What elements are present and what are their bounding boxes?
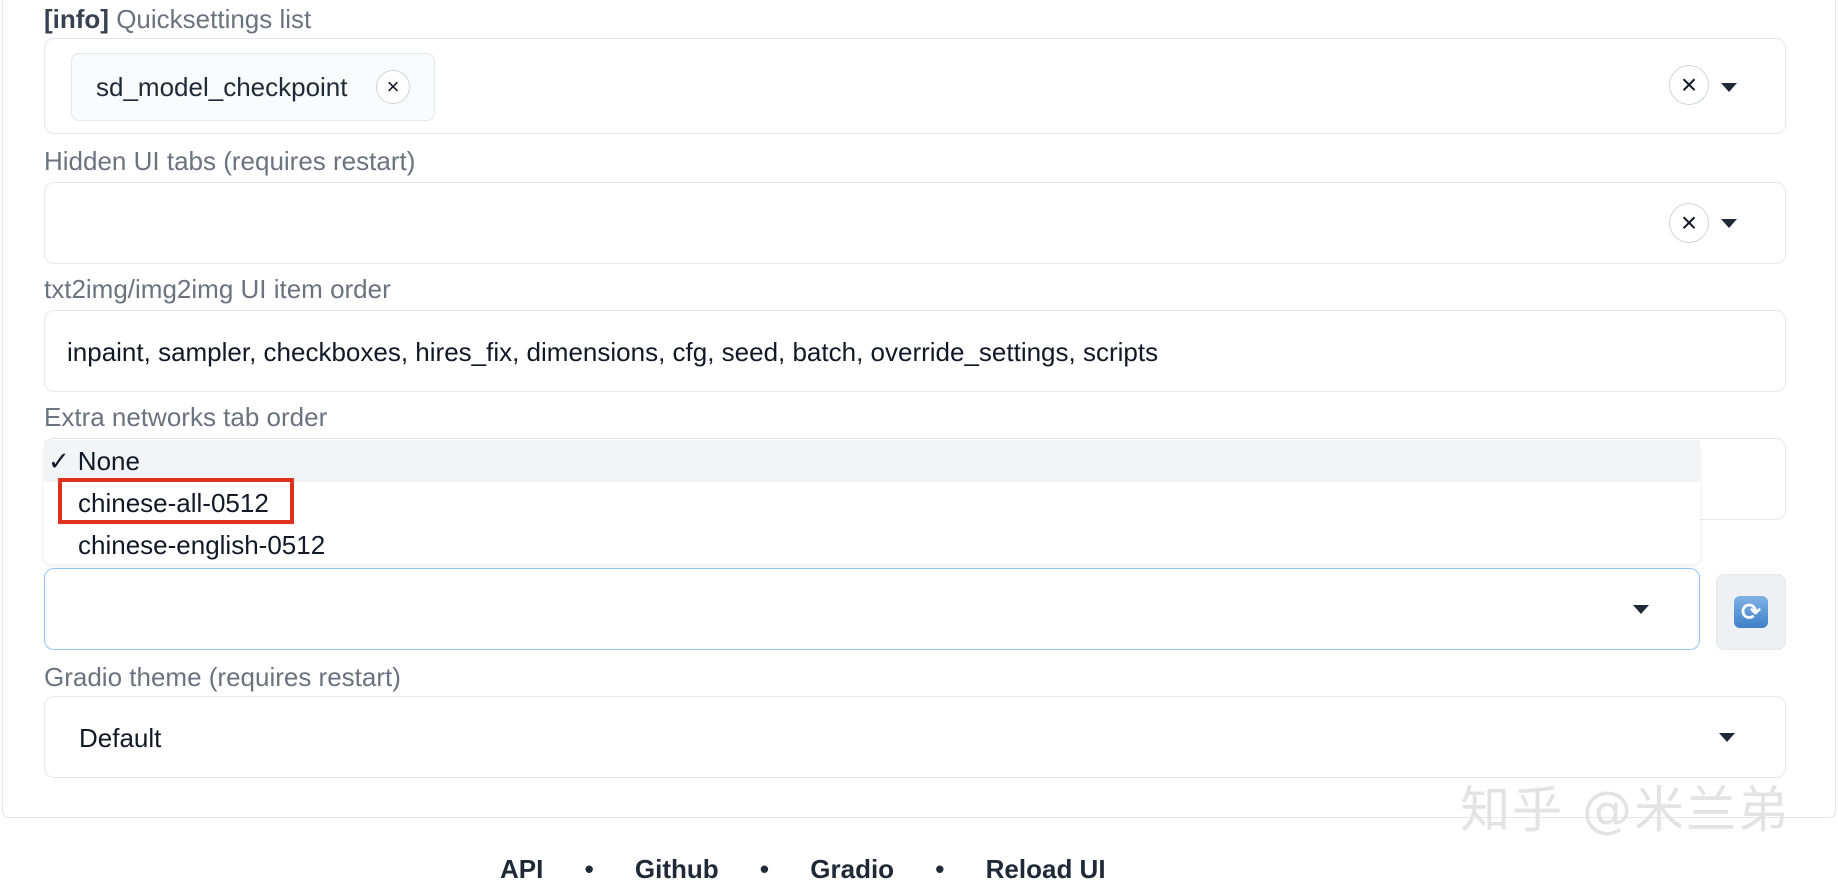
annotation-highlight-box [58, 478, 294, 524]
footer-links: API • Github • Gradio • Reload UI [500, 854, 1140, 885]
extra-networks-label: Extra networks tab order [44, 402, 328, 432]
refresh-button[interactable]: ⟳ [1716, 574, 1786, 650]
gradio-theme-label: Gradio theme (requires restart) [44, 662, 401, 692]
gradio-theme-dropdown[interactable]: Default [44, 696, 1786, 778]
chevron-down-icon[interactable] [1721, 219, 1737, 228]
chip-label: sd_model_checkpoint [96, 71, 348, 102]
hidden-tabs-multiselect[interactable]: × [44, 182, 1786, 264]
watermark: 知乎 @米兰弟 [1460, 781, 1790, 839]
footer-link-gradio[interactable]: Gradio [810, 854, 894, 884]
item-order-input[interactable]: inpaint, sampler, checkboxes, hires_fix,… [44, 310, 1786, 392]
quicksettings-chip: sd_model_checkpoint × [71, 53, 435, 121]
gradio-theme-value: Default [79, 723, 162, 753]
footer-link-api[interactable]: API [500, 854, 543, 884]
quicksettings-multiselect[interactable]: sd_model_checkpoint × × [44, 38, 1786, 134]
chip-remove-icon[interactable]: × [376, 70, 410, 104]
option-label: None [77, 445, 140, 476]
option-chinese-english[interactable]: chinese-english-0512 [44, 524, 1700, 566]
option-label: chinese-english-0512 [78, 529, 326, 560]
option-none[interactable]: ✓ None [44, 440, 1700, 482]
chevron-down-icon[interactable] [1719, 733, 1735, 742]
check-icon: ✓ [48, 445, 70, 476]
clear-icon[interactable]: × [1669, 65, 1709, 105]
localization-dropdown[interactable] [44, 568, 1700, 650]
separator: • [759, 854, 770, 884]
chevron-down-icon[interactable] [1721, 83, 1737, 92]
footer-link-github[interactable]: Github [635, 854, 719, 884]
clear-icon[interactable]: × [1669, 203, 1709, 243]
quicksettings-label: [info] Quicksettings list [44, 4, 312, 34]
hidden-tabs-label: Hidden UI tabs (requires restart) [44, 146, 416, 176]
refresh-icon: ⟳ [1734, 596, 1768, 628]
separator: • [935, 854, 945, 884]
separator: • [584, 854, 594, 884]
footer-link-reload-ui[interactable]: Reload UI [986, 854, 1106, 884]
item-order-label: txt2img/img2img UI item order [44, 274, 391, 304]
item-order-value: inpaint, sampler, checkboxes, hires_fix,… [67, 337, 1159, 367]
chevron-down-icon[interactable] [1633, 605, 1649, 614]
